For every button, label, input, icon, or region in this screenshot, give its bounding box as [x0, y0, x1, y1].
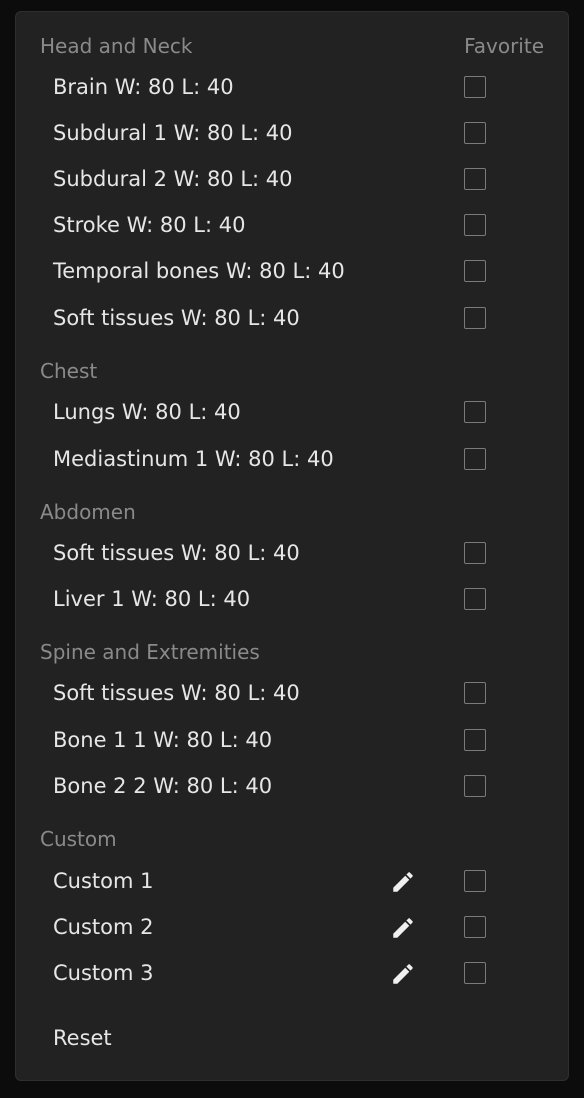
section-title-head-neck: Head and Neck	[40, 34, 193, 58]
preset-row-subdural-2[interactable]: Subdural 2 W: 80 L: 40	[40, 159, 544, 199]
pencil-icon[interactable]	[390, 869, 416, 895]
section-title-chest: Chest	[40, 359, 98, 383]
favorite-checkbox-brain[interactable]	[464, 76, 486, 98]
preset-row-brain[interactable]: Brain W: 80 L: 40	[40, 67, 544, 107]
section-title-custom: Custom	[40, 827, 117, 851]
favorite-checkbox-bone-2[interactable]	[464, 775, 486, 797]
preset-row-custom-1[interactable]: Custom 1	[40, 861, 544, 901]
preset-row-custom-2[interactable]: Custom 2	[40, 907, 544, 947]
favorite-checkbox-liver[interactable]	[464, 588, 486, 610]
preset-row-liver[interactable]: Liver 1 W: 80 L: 40	[40, 579, 544, 619]
preset-label: Stroke W: 80 L: 40	[53, 213, 246, 237]
favorite-checkbox-soft-tissues-spine[interactable]	[464, 682, 486, 704]
favorite-checkbox-mediastinum[interactable]	[464, 448, 486, 470]
section-title-spine: Spine and Extremities	[40, 640, 260, 664]
preset-row-mediastinum[interactable]: Mediastinum 1 W: 80 L: 40	[40, 439, 544, 479]
preset-label: Bone 2 2 W: 80 L: 40	[53, 774, 273, 798]
section-title-abdomen: Abdomen	[40, 500, 136, 524]
preset-label: Temporal bones W: 80 L: 40	[53, 259, 345, 283]
preset-row-temporal-bones[interactable]: Temporal bones W: 80 L: 40	[40, 251, 544, 291]
favorite-checkbox-custom-3[interactable]	[464, 962, 486, 984]
preset-label: Soft tissues W: 80 L: 40	[53, 681, 300, 705]
preset-row-soft-tissues-spine[interactable]: Soft tissues W: 80 L: 40	[40, 673, 544, 713]
preset-label: Subdural 1 W: 80 L: 40	[53, 121, 293, 145]
panel-header: Head and Neck Favorite	[40, 33, 544, 59]
preset-label: Mediastinum 1 W: 80 L: 40	[53, 447, 334, 471]
favorite-checkbox-soft-tissues-abdomen[interactable]	[464, 542, 486, 564]
preset-row-bone-2[interactable]: Bone 2 2 W: 80 L: 40	[40, 766, 544, 806]
preset-label: Custom 2	[53, 915, 154, 939]
favorite-checkbox-custom-2[interactable]	[464, 916, 486, 938]
favorite-column-header: Favorite	[464, 34, 544, 58]
pencil-icon[interactable]	[390, 915, 416, 941]
preset-label: Lungs W: 80 L: 40	[53, 400, 241, 424]
favorite-checkbox-soft-tissues-head[interactable]	[464, 307, 486, 329]
preset-label: Soft tissues W: 80 L: 40	[53, 306, 300, 330]
favorite-checkbox-lungs[interactable]	[464, 401, 486, 423]
preset-label: Custom 1	[53, 869, 154, 893]
favorite-checkbox-bone-1[interactable]	[464, 729, 486, 751]
preset-row-soft-tissues-head[interactable]: Soft tissues W: 80 L: 40	[40, 298, 544, 338]
window-presets-panel: Head and Neck Favorite Brain W: 80 L: 40…	[15, 11, 569, 1081]
pencil-icon[interactable]	[390, 961, 416, 987]
favorite-checkbox-subdural-2[interactable]	[464, 168, 486, 190]
preset-label: Subdural 2 W: 80 L: 40	[53, 167, 293, 191]
preset-row-lungs[interactable]: Lungs W: 80 L: 40	[40, 392, 544, 432]
preset-row-soft-tissues-abdomen[interactable]: Soft tissues W: 80 L: 40	[40, 533, 544, 573]
preset-label: Brain W: 80 L: 40	[53, 75, 234, 99]
favorite-checkbox-custom-1[interactable]	[464, 870, 486, 892]
preset-row-bone-1[interactable]: Bone 1 1 W: 80 L: 40	[40, 720, 544, 760]
preset-label: Soft tissues W: 80 L: 40	[53, 541, 300, 565]
preset-row-subdural-1[interactable]: Subdural 1 W: 80 L: 40	[40, 113, 544, 153]
favorite-checkbox-subdural-1[interactable]	[464, 122, 486, 144]
preset-label: Bone 1 1 W: 80 L: 40	[53, 728, 273, 752]
preset-label: Custom 3	[53, 961, 154, 985]
reset-button[interactable]: Reset	[53, 1024, 112, 1052]
preset-row-stroke[interactable]: Stroke W: 80 L: 40	[40, 205, 544, 245]
favorite-checkbox-temporal-bones[interactable]	[464, 260, 486, 282]
preset-label: Liver 1 W: 80 L: 40	[53, 587, 251, 611]
favorite-checkbox-stroke[interactable]	[464, 214, 486, 236]
preset-row-custom-3[interactable]: Custom 3	[40, 953, 544, 993]
